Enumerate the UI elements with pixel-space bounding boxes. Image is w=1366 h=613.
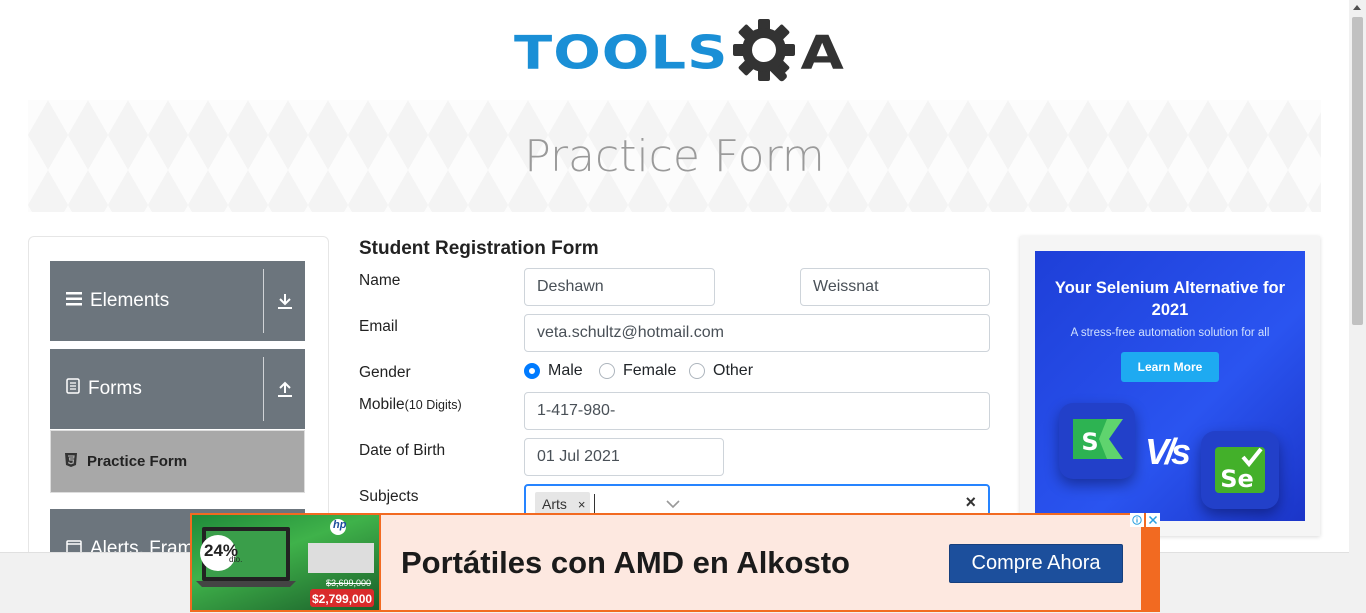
ad-close-icon[interactable] [1146, 513, 1160, 527]
page: TOOLS A Practice Form Elements Forms Pra… [0, 0, 1366, 613]
page-banner: Practice Form [28, 100, 1321, 212]
sale-price: $2,799,000 [312, 592, 373, 606]
scroll-up-arrow-icon[interactable] [1353, 5, 1361, 10]
document-icon [66, 378, 80, 400]
dob-label: Date of Birth [359, 442, 446, 459]
gender-radio-male[interactable]: Male [524, 362, 583, 380]
date-of-birth-input[interactable]: 01 Jul 2021 [524, 438, 724, 476]
radio-unchecked[interactable] [689, 363, 705, 379]
logo-text: TOOLS [514, 26, 729, 80]
selenium-logo-text: Se [1220, 465, 1254, 493]
first-name-input[interactable]: Deshawn [524, 268, 715, 306]
laptop-ad-image[interactable]: 24% dto. hp $3,699,000 $2,799,000 [192, 515, 379, 610]
ad-choices[interactable] [1130, 513, 1160, 527]
side-ad-creative[interactable]: Your Selenium Alternative for 2021 A str… [1035, 251, 1305, 521]
subject-chip-label: Arts [542, 496, 567, 512]
radio-label: Male [548, 362, 583, 379]
scroll-thumb[interactable] [1352, 17, 1363, 325]
radio-checked[interactable] [524, 363, 540, 379]
side-ad-subtitle: A stress-free automation solution for al… [1070, 327, 1270, 339]
email-input[interactable]: veta.schultz@hotmail.com [524, 314, 990, 352]
html5-icon [65, 452, 77, 471]
gear-magnifier-icon [730, 16, 804, 90]
download-arrow-icon[interactable] [263, 269, 305, 333]
gender-label: Gender [359, 364, 411, 381]
last-name-input[interactable]: Weissnat [800, 268, 990, 306]
sidebar-item-practice-form[interactable]: Practice Form [50, 430, 305, 493]
side-advertisement[interactable]: Your Selenium Alternative for 2021 A str… [1020, 236, 1320, 536]
gender-radio-female[interactable]: Female [599, 362, 676, 380]
vertical-scrollbar[interactable] [1349, 0, 1366, 613]
sidebar-group-label: Elements [90, 290, 170, 311]
katalon-logo-icon: S [1059, 403, 1135, 479]
bottom-ad-headline: Portátiles con AMD en Alkosto [401, 545, 850, 580]
mobile-label: Mobile(10 Digits) [359, 396, 462, 414]
chevron-down-icon[interactable] [666, 496, 680, 514]
compre-ahora-button[interactable]: Compre Ahora [949, 544, 1123, 583]
sidebar-group-header: Forms [50, 378, 263, 400]
clear-icon[interactable]: × [965, 492, 976, 513]
discount-sub: dto. [229, 555, 243, 564]
versus-text: V/s [1145, 431, 1191, 472]
mobile-hint: (10 Digits) [404, 398, 462, 412]
selenium-logo-icon: Se [1201, 431, 1279, 509]
email-label: Email [359, 318, 398, 335]
side-ad-title: Your Selenium Alternative for 2021 [1054, 279, 1286, 319]
sidebar-group-elements[interactable]: Elements [50, 261, 305, 341]
old-price: $3,699,000 [326, 578, 372, 588]
sidebar-group-header: Elements [50, 290, 263, 312]
form-title: Student Registration Form [359, 238, 599, 259]
toolsqa-logo[interactable]: TOOLS A [514, 14, 844, 92]
gender-radio-other[interactable]: Other [689, 362, 753, 380]
bottom-advertisement[interactable]: 24% dto. hp $3,699,000 $2,799,000 Portát… [190, 513, 1160, 612]
mobile-label-text: Mobile [359, 396, 405, 413]
subjects-label: Subjects [359, 488, 419, 505]
hp-logo: hp [333, 519, 347, 531]
upload-arrow-icon[interactable] [263, 357, 305, 421]
katalon-logo-letter: S [1081, 428, 1098, 456]
sidebar-group-label: Forms [88, 378, 142, 399]
bottom-ad-panel[interactable]: Portátiles con AMD en Alkosto Compre Aho… [381, 515, 1141, 610]
list-icon [66, 290, 82, 312]
sidebar-group-forms[interactable]: Forms [50, 349, 305, 429]
chip-remove-icon[interactable]: × [573, 497, 591, 512]
learn-more-button[interactable]: Learn More [1121, 352, 1219, 382]
text-caret [594, 494, 596, 514]
page-title: Practice Form [524, 130, 825, 182]
logo-letter: A [800, 26, 844, 80]
sidebar-item-label: Practice Form [87, 453, 188, 470]
radio-label: Female [623, 362, 677, 379]
mobile-input[interactable]: 1-417-980- [524, 392, 990, 430]
ad-info-icon[interactable] [1130, 513, 1144, 527]
name-label: Name [359, 272, 401, 289]
radio-label: Other [713, 362, 754, 379]
radio-unchecked[interactable] [599, 363, 615, 379]
